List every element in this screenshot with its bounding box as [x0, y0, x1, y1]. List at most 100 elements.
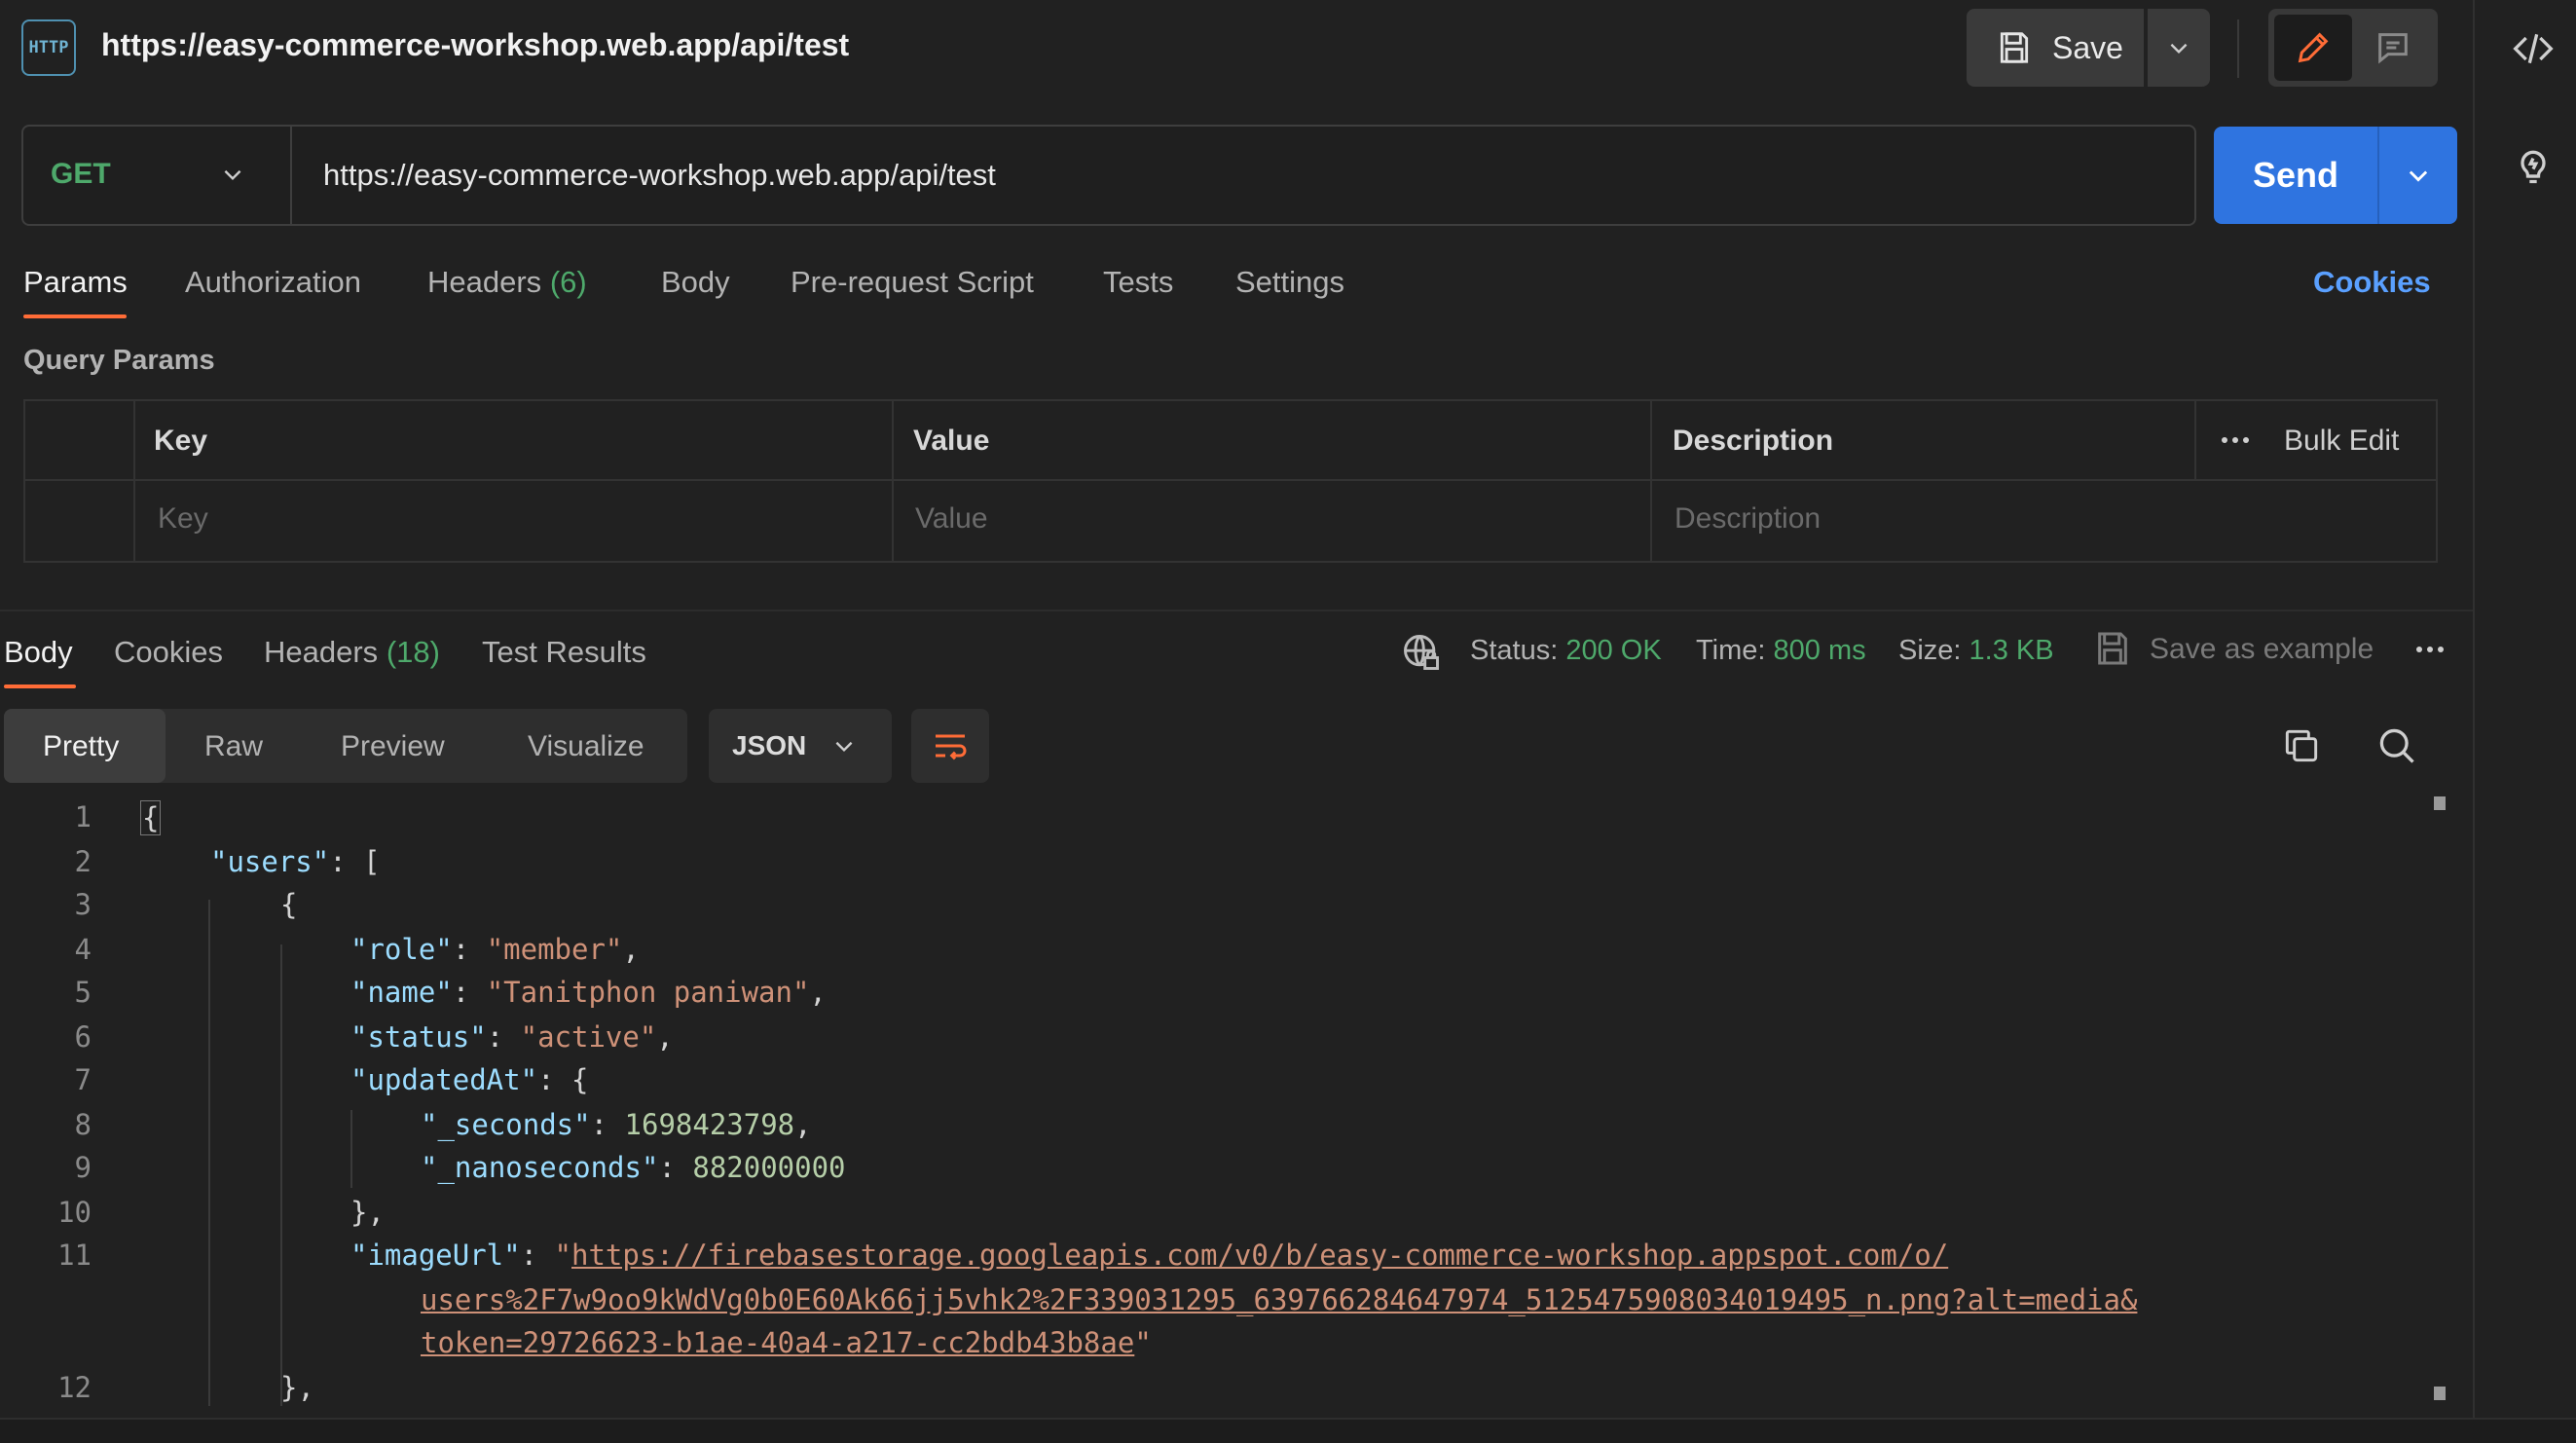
image-url-link[interactable]: https://firebasestorage.googleapis.com/v… — [571, 1239, 1948, 1272]
search-button[interactable] — [2375, 724, 2418, 772]
save-as-example-button[interactable]: Save as example — [2150, 633, 2374, 666]
tab-headers-label: Headers — [427, 265, 542, 299]
chevron-down-icon — [224, 169, 241, 181]
save-example-icon — [2093, 629, 2132, 673]
method-select[interactable]: GET — [51, 158, 111, 191]
json-key: "imageUrl" — [350, 1239, 521, 1272]
status-value: 200 OK — [1565, 635, 1662, 666]
code-line-wrapped: token=29726623-b1ae-40a4-a217-cc2bdb43b8… — [421, 1326, 1152, 1359]
table-col-divider — [892, 399, 894, 563]
param-value-input[interactable]: Value — [915, 502, 988, 536]
indent-guide — [280, 944, 282, 1406]
json-key: "_nanoseconds" — [421, 1151, 659, 1184]
save-button-label: Save — [2052, 29, 2123, 65]
size-label: Size: — [1898, 635, 1962, 666]
param-key-input[interactable]: Key — [158, 502, 208, 536]
json-key: "users" — [210, 845, 330, 878]
format-select[interactable]: JSON — [709, 709, 892, 783]
copy-button[interactable] — [2280, 724, 2323, 772]
header-divider — [2237, 19, 2239, 78]
more-options-icon[interactable] — [2222, 437, 2249, 443]
code-scrollbar[interactable] — [2424, 795, 2438, 1402]
table-col-divider — [133, 399, 135, 563]
code-line-wrapped: users%2F7w9oo9kWdVg0b0E60Ak66jj5vhk2%2F3… — [421, 1283, 2137, 1316]
url-separator — [290, 127, 292, 224]
comments-button[interactable] — [2354, 15, 2432, 81]
lightbulb-button[interactable] — [2510, 142, 2557, 189]
json-key: "updatedAt" — [350, 1063, 538, 1096]
tab-headers[interactable]: Headers (6) — [427, 265, 587, 300]
code-line: { — [280, 888, 298, 921]
response-tab-headers-label: Headers — [264, 635, 379, 669]
tab-prerequest-script[interactable]: Pre-request Script — [791, 265, 1034, 300]
bulk-edit-button[interactable]: Bulk Edit — [2284, 425, 2399, 458]
time-value: 800 ms — [1773, 635, 1866, 666]
url-input[interactable]: https://easy-commerce-workshop.web.app/a… — [323, 158, 996, 193]
chevron-down-icon — [835, 741, 853, 753]
view-pretty-button[interactable]: Pretty — [43, 730, 119, 763]
line-number: 1 — [74, 800, 92, 833]
response-tab-body[interactable]: Body — [4, 635, 73, 670]
tab-authorization[interactable]: Authorization — [185, 265, 361, 300]
code-line: "users": [ — [210, 845, 381, 878]
tab-body[interactable]: Body — [661, 265, 730, 300]
line-number: 11 — [57, 1239, 92, 1272]
tab-params[interactable]: Params — [23, 265, 128, 300]
json-number: 1698423798 — [624, 1108, 795, 1141]
response-more-icon[interactable] — [2416, 647, 2444, 652]
edit-mode-button[interactable] — [2274, 15, 2352, 81]
send-button[interactable]: Send — [2214, 127, 2377, 224]
code-line: }, — [350, 1196, 385, 1229]
query-params-label: Query Params — [23, 345, 215, 376]
code-line: "_nanoseconds": 882000000 — [421, 1151, 846, 1184]
image-url-link[interactable]: token=29726623-b1ae-40a4-a217-cc2bdb43b8… — [421, 1326, 1134, 1359]
line-number: 10 — [57, 1196, 92, 1229]
format-select-label: JSON — [732, 730, 807, 760]
view-raw-button[interactable]: Raw — [204, 730, 263, 763]
comment-icon — [2378, 33, 2408, 64]
view-preview-button[interactable]: Preview — [341, 730, 445, 763]
code-line: "name": "Tanitphon paniwan", — [350, 976, 827, 1009]
pencil-icon — [2298, 32, 2329, 63]
tab-settings[interactable]: Settings — [1235, 265, 1344, 300]
status-label: Status: — [1470, 635, 1559, 666]
request-title[interactable]: https://easy-commerce-workshop.web.app/a… — [101, 27, 849, 63]
tab-tests[interactable]: Tests — [1103, 265, 1173, 300]
save-options-button[interactable] — [2148, 9, 2210, 87]
json-string: "Tanitphon paniwan" — [486, 976, 810, 1009]
json-key: "role" — [350, 933, 453, 966]
save-button[interactable]: Save — [1967, 9, 2144, 87]
scroll-marker — [2434, 796, 2446, 810]
line-number: 3 — [74, 888, 92, 921]
code-snippet-button[interactable] — [2510, 25, 2557, 72]
indent-guide — [350, 1110, 352, 1188]
line-number: 4 — [74, 933, 92, 966]
size-value: 1.3 KB — [1969, 635, 2054, 666]
response-tab-test-results[interactable]: Test Results — [482, 635, 646, 670]
method-dropdown[interactable] — [220, 162, 245, 192]
json-string: "member" — [486, 933, 623, 966]
right-sidebar — [2473, 0, 2576, 1443]
code-line: "imageUrl": "https://firebasestorage.goo… — [350, 1239, 1949, 1272]
wrap-lines-button[interactable] — [911, 709, 989, 783]
line-number: 6 — [74, 1020, 92, 1054]
json-key: "_seconds" — [421, 1108, 591, 1141]
response-tab-headers[interactable]: Headers (18) — [264, 635, 440, 670]
line-number: 9 — [74, 1151, 92, 1184]
copy-icon — [2285, 729, 2318, 762]
line-number: 12 — [57, 1371, 92, 1404]
image-url-link[interactable]: users%2F7w9oo9kWdVg0b0E60Ak66jj5vhk2%2F3… — [421, 1283, 2137, 1316]
line-number: 2 — [74, 845, 92, 878]
response-tab-cookies[interactable]: Cookies — [114, 635, 223, 670]
response-time: Time: 800 ms — [1696, 635, 1866, 667]
json-key: "status" — [350, 1020, 487, 1054]
cookies-link[interactable]: Cookies — [2313, 265, 2431, 300]
active-tab-indicator — [23, 314, 127, 318]
floppy-disk-icon — [2000, 32, 2029, 63]
table-col-divider — [1650, 399, 1652, 563]
param-description-input[interactable]: Description — [1674, 502, 1821, 536]
network-globe-icon[interactable] — [1400, 631, 1443, 679]
view-visualize-button[interactable]: Visualize — [528, 730, 644, 763]
code-line: "status": "active", — [350, 1020, 674, 1054]
send-options-button[interactable] — [2379, 127, 2457, 224]
